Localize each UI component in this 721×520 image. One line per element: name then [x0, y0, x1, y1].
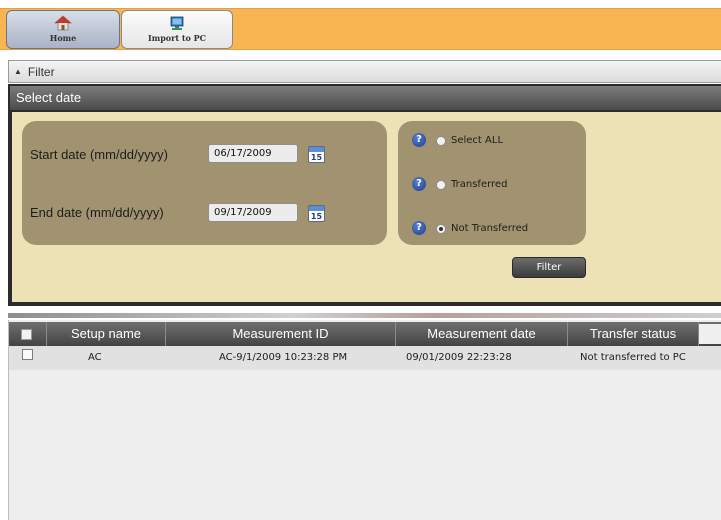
grid-header: Setup name Measurement ID Measurement da… — [9, 322, 721, 346]
cell-setup-name: AC — [88, 352, 102, 363]
transfer-filter-group: ? Select ALL ? Transferred ? Not Transfe… — [398, 121, 586, 245]
import-to-pc-button[interactable]: Import to PC — [121, 10, 233, 49]
column-header-filler — [699, 324, 721, 344]
not-transferred-radio[interactable] — [436, 224, 446, 234]
cell-measurement-id: AC-9/1/2009 10:23:28 PM — [219, 352, 348, 363]
measurements-grid: Setup name Measurement ID Measurement da… — [8, 320, 721, 520]
column-header-measurement-date[interactable]: Measurement date — [396, 322, 568, 346]
import-to-pc-label: Import to PC — [147, 33, 207, 43]
splitter[interactable] — [8, 313, 721, 318]
end-date-label: End date (mm/dd/yyyy) — [30, 205, 164, 220]
select-date-panel: Select date Start date (mm/dd/yyyy) 06/1… — [8, 84, 721, 306]
select-all-checkbox[interactable] — [21, 329, 32, 340]
toolbar: Home Import to PC — [0, 8, 721, 50]
cell-transfer-status: Not transferred to PC — [580, 352, 686, 363]
select-all-radio[interactable] — [436, 136, 446, 146]
help-icon[interactable]: ? — [412, 177, 426, 191]
end-date-calendar-icon[interactable]: 15 — [308, 205, 325, 222]
table-row[interactable]: AC AC-9/1/2009 10:23:28 PM 09/01/2009 22… — [9, 346, 721, 370]
select-date-body: Start date (mm/dd/yyyy) 06/17/2009 15 En… — [12, 112, 721, 302]
transferred-radio[interactable] — [436, 180, 446, 190]
start-date-calendar-icon[interactable]: 15 — [308, 146, 325, 163]
filter-expander-label: Filter — [27, 64, 55, 79]
column-header-transfer-status[interactable]: Transfer status — [568, 322, 699, 346]
collapse-arrow-icon[interactable]: ▲ — [14, 67, 22, 76]
transferred-label[interactable]: Transferred — [451, 179, 507, 190]
date-range-group: Start date (mm/dd/yyyy) 06/17/2009 15 En… — [22, 121, 387, 245]
select-date-title: Select date — [10, 86, 721, 110]
row-checkbox[interactable] — [22, 349, 33, 360]
end-date-input[interactable]: 09/17/2009 — [208, 203, 298, 222]
column-header-measurement-id[interactable]: Measurement ID — [166, 322, 396, 346]
filter-expander[interactable]: ▲ Filter — [8, 60, 721, 83]
column-header-setup-name[interactable]: Setup name — [46, 322, 166, 346]
start-date-input[interactable]: 06/17/2009 — [208, 144, 298, 163]
home-icon — [54, 15, 72, 31]
cell-measurement-date: 09/01/2009 22:23:28 — [406, 352, 512, 363]
filter-button[interactable]: Filter — [512, 257, 586, 278]
home-button[interactable]: Home — [6, 10, 120, 49]
start-date-label: Start date (mm/dd/yyyy) — [30, 147, 168, 162]
import-pc-icon — [170, 16, 184, 30]
select-all-label[interactable]: Select ALL — [451, 135, 503, 146]
home-label: Home — [49, 33, 77, 43]
not-transferred-label[interactable]: Not Transferred — [451, 223, 528, 234]
help-icon[interactable]: ? — [412, 133, 426, 147]
help-icon[interactable]: ? — [412, 221, 426, 235]
